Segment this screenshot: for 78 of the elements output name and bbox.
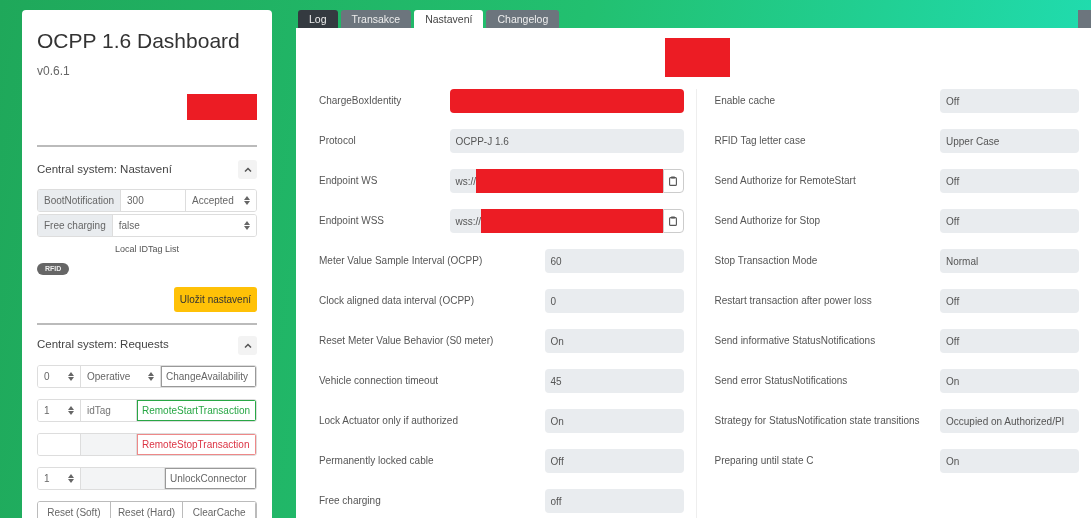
save-button[interactable]: Uložit nastavení: [173, 286, 257, 312]
input-field[interactable]: 45: [544, 369, 684, 393]
field-label: Vehicle connection timeout: [319, 374, 439, 388]
field-label: Preparing until state C: [714, 454, 815, 468]
field-label: Strategy for StatusNotification state transitions: [714, 414, 921, 428]
input-field[interactable]: On: [544, 409, 684, 433]
section-title: Central system: Requests: [37, 337, 169, 353]
select-value: 0: [44, 369, 50, 384]
input-field[interactable]: Normal: [940, 249, 1079, 273]
updown-arrows-icon: [148, 371, 154, 381]
app-title: OCPP 1.6 Dashboard: [37, 28, 241, 54]
chevron-icon: [243, 167, 252, 172]
field-label: Permanently locked cable: [319, 454, 435, 468]
select-field[interactable]: 0: [38, 365, 81, 387]
collapse-button[interactable]: [238, 160, 257, 179]
field-label: Clock aligned data interval (OCPP): [319, 294, 476, 308]
version-label: v0.6.1: [37, 64, 70, 78]
field-label: RFID Tag letter case: [714, 134, 807, 148]
input-field[interactable]: Off: [940, 329, 1079, 353]
field-label: Reset Meter Value Behavior (S0 meter): [319, 334, 495, 348]
clipboard-button[interactable]: [662, 169, 684, 193]
input-field[interactable]: wss://: [449, 209, 663, 233]
input-field[interactable]: OCPP-J 1.6: [449, 129, 684, 153]
updown-arrows-icon: [68, 473, 74, 483]
input-field[interactable]: Off: [940, 289, 1079, 313]
chevron-icon: [243, 342, 252, 348]
tab[interactable]: Log: [298, 10, 338, 28]
input-field[interactable]: ws://: [449, 169, 663, 193]
field-label: Free charging: [319, 494, 382, 508]
field-label: Send error StatusNotifications: [714, 374, 849, 388]
field-label: Lock Actuator only if authorized: [319, 414, 459, 428]
input-field[interactable]: Off: [940, 89, 1079, 113]
field-label: Send Authorize for Stop: [714, 214, 822, 228]
field-label: Endpoint WSS: [319, 214, 386, 228]
input-field[interactable]: 60: [544, 249, 684, 273]
tab[interactable]: Nastavení: [414, 10, 484, 28]
select-field[interactable]: 1: [38, 467, 81, 489]
select-value: 1: [44, 403, 50, 418]
updown-arrows-icon: [68, 405, 74, 415]
input-field[interactable]: Off: [544, 449, 684, 473]
input-field[interactable]: Upper Case: [940, 129, 1079, 153]
clipboard-button[interactable]: [662, 209, 684, 233]
input-field[interactable]: On: [544, 329, 684, 353]
updown-arrows-icon: [68, 371, 74, 381]
field-label: Enable cache: [714, 94, 777, 108]
field-label: Meter Value Sample Interval (OCPP): [319, 254, 484, 268]
select-field[interactable]: 1: [38, 399, 81, 421]
field-label: Restart transaction after power loss: [714, 294, 873, 308]
clipboard-icon: [669, 176, 677, 186]
field-label: Protocol: [319, 134, 357, 148]
list-title: Local IDTag List: [114, 244, 179, 254]
input-field[interactable]: off: [544, 489, 684, 513]
redaction-block: [665, 38, 730, 77]
tab[interactable]: Changelog: [486, 10, 560, 28]
input-field[interactable]: On: [940, 449, 1079, 473]
input-field[interactable]: 0: [544, 289, 684, 313]
unlock-button[interactable]: UnlockConnector: [165, 467, 256, 489]
field-label: Send Authorize for RemoteStart: [714, 174, 857, 188]
reset-button[interactable]: Reset (Soft): [38, 501, 111, 518]
change-availability-button[interactable]: ChangeAvailability: [161, 365, 256, 387]
field-label: ChargeBoxIdentity: [319, 94, 403, 108]
connector-field[interactable]: [38, 433, 81, 455]
input-field[interactable]: Occupied on Authorized/Pl: [940, 409, 1079, 433]
select-value: 1: [44, 471, 50, 486]
select-value: Operative: [87, 369, 131, 384]
idtag-field[interactable]: [81, 433, 137, 455]
clipboard-icon: [669, 216, 677, 226]
field-label: Stop Transaction Mode: [714, 254, 819, 268]
input-field[interactable]: On: [940, 369, 1079, 393]
input-field[interactable]: Off: [940, 209, 1079, 233]
input-field[interactable]: Off: [940, 169, 1079, 193]
field-label: Endpoint WS: [319, 174, 379, 188]
remote-stop-button[interactable]: RemoteStopTransaction: [137, 433, 256, 455]
tab[interactable]: Transakce: [340, 10, 412, 28]
collapse-button[interactable]: [238, 335, 257, 355]
field-label: Send informative StatusNotifications: [714, 334, 877, 348]
section-title: Central system: Nastavení: [37, 161, 172, 177]
redaction-block: [187, 94, 257, 120]
